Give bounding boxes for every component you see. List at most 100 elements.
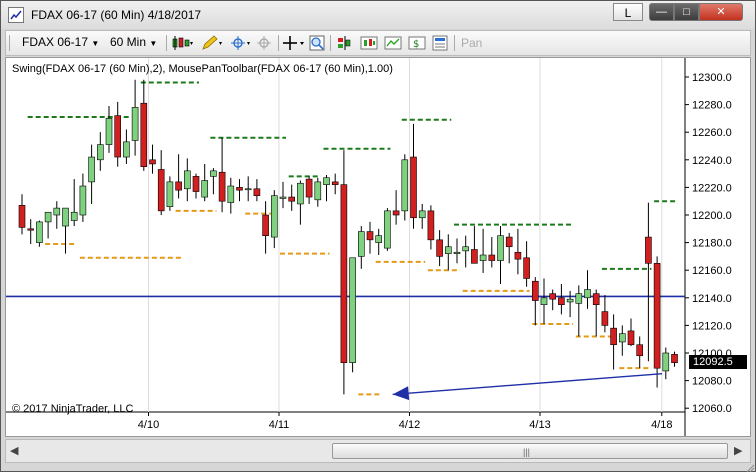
arrow-drawing[interactable] xyxy=(392,373,663,401)
candle-body xyxy=(592,293,600,306)
order-entry-icon[interactable] xyxy=(336,35,352,51)
candle-body xyxy=(88,156,95,183)
minimize-button[interactable]: — xyxy=(649,3,674,21)
chart-window: FDAX 06-17 (60 Min) 4/18/2017 L — □ ✕ FD… xyxy=(0,0,756,472)
chart-toolbar: FDAX 06-17 ▼ 60 Min ▼ $ Pan xyxy=(5,30,751,56)
bars-type-icon[interactable] xyxy=(172,35,193,51)
strategy-chart-icon[interactable] xyxy=(360,35,378,51)
candle-body xyxy=(427,210,435,241)
candle-body xyxy=(444,246,452,254)
candle-body xyxy=(566,298,574,303)
grid-lines xyxy=(148,58,663,412)
pan-button[interactable]: Pan xyxy=(461,36,482,50)
candle-body xyxy=(366,231,374,241)
candle-body xyxy=(97,144,104,161)
candle-body xyxy=(149,159,156,165)
candle-body xyxy=(131,107,139,141)
candle-body xyxy=(357,231,365,257)
candle-body xyxy=(558,297,565,306)
link-button[interactable]: L xyxy=(613,3,643,21)
time-tick-label: 4/10 xyxy=(138,419,159,431)
candle-body xyxy=(323,177,330,185)
price-tick-label: 12120.0 xyxy=(692,320,732,332)
candle-body xyxy=(270,195,278,238)
price-tick-label: 12060.0 xyxy=(692,403,732,415)
chevron-down-icon: ▼ xyxy=(91,39,100,48)
indicators-icon[interactable] xyxy=(384,35,402,51)
interval-selector[interactable]: 60 Min ▼ xyxy=(110,35,157,49)
candle-body xyxy=(314,181,322,201)
candle-body xyxy=(497,235,504,261)
candle-body xyxy=(653,263,661,369)
indicator-label[interactable]: Swing(FDAX 06-17 (60 Min),2), MousePanTo… xyxy=(12,63,393,75)
horizontal-scrollbar[interactable]: ◀ ||| ▶ xyxy=(5,439,751,463)
candle-body xyxy=(70,211,78,221)
app-icon xyxy=(8,7,24,23)
strategies-icon[interactable]: $ xyxy=(408,35,426,51)
price-chart[interactable]: 12300.0 12280.0 12260.0 12240.0 12220.0 12200… xyxy=(6,58,750,436)
candle-body xyxy=(410,156,417,219)
candle-body xyxy=(297,182,304,205)
price-tick-label: 12280.0 xyxy=(692,100,732,112)
scroll-right-icon[interactable]: ▶ xyxy=(734,444,748,458)
candle-body xyxy=(584,289,591,299)
global-crosshair-icon[interactable] xyxy=(256,35,272,51)
pencil-draw-icon[interactable] xyxy=(201,35,222,51)
window-title: FDAX 06-17 (60 Min) 4/18/2017 xyxy=(31,8,202,22)
candle-body xyxy=(244,188,252,191)
candle-body xyxy=(662,352,670,372)
candle-body xyxy=(453,251,461,254)
candle-body xyxy=(192,176,200,192)
maximize-button[interactable]: □ xyxy=(674,3,699,21)
candle-body xyxy=(279,196,287,199)
instrument-selector[interactable]: FDAX 06-17 ▼ xyxy=(22,35,99,49)
candle-body xyxy=(18,205,26,228)
price-tick-label: 12240.0 xyxy=(692,155,732,167)
candle-body xyxy=(62,207,69,227)
arrow-head[interactable] xyxy=(392,386,410,401)
title-bar[interactable]: FDAX 06-17 (60 Min) 4/18/2017 L — □ ✕ xyxy=(1,1,755,29)
grip-icon: ||| xyxy=(523,447,531,457)
cursor-cross-icon[interactable] xyxy=(282,35,304,51)
candlesticks xyxy=(18,79,678,395)
crosshair-cursor-icon[interactable] xyxy=(230,35,250,51)
interval-label: 60 Min xyxy=(110,35,147,49)
price-tick-label: 12200.0 xyxy=(692,210,732,222)
candle-body xyxy=(253,188,261,196)
candle-body xyxy=(488,254,496,261)
candle-body xyxy=(157,169,165,212)
candle-body xyxy=(305,178,313,198)
toolbar-separator xyxy=(166,35,167,51)
candle-body xyxy=(123,141,130,158)
time-tick-label: 4/18 xyxy=(651,419,672,431)
candle-body xyxy=(140,102,148,168)
candle-body xyxy=(549,293,557,300)
candle-body xyxy=(175,181,182,191)
time-axis: 4/10 4/11 4/12 4/13 4/18 xyxy=(138,412,673,431)
resize-grip-icon[interactable] xyxy=(745,464,755,472)
candle-body xyxy=(505,236,513,248)
arrow-line[interactable] xyxy=(392,373,663,396)
price-tick-label: 12140.0 xyxy=(692,293,732,305)
candle-body xyxy=(288,196,296,202)
candle-body xyxy=(531,280,539,301)
candle-body xyxy=(671,354,678,363)
candle-body xyxy=(610,327,617,346)
price-tick-label: 12180.0 xyxy=(692,238,732,250)
last-price-marker: 12092.5 xyxy=(689,355,747,369)
candle-body xyxy=(392,210,400,216)
zoom-icon[interactable] xyxy=(309,35,325,51)
scrollbar-thumb[interactable]: ||| xyxy=(332,443,728,459)
price-tick-label: 12260.0 xyxy=(692,127,732,139)
candle-body xyxy=(166,181,174,208)
chart-panel[interactable]: 12300.0 12280.0 12260.0 12240.0 12220.0 12200… xyxy=(5,57,751,437)
candle-body xyxy=(601,311,609,326)
candle-body xyxy=(401,159,409,212)
scroll-left-icon[interactable]: ◀ xyxy=(10,444,24,458)
toolbar-separator xyxy=(278,35,279,51)
data-box-icon[interactable] xyxy=(432,35,448,51)
close-button[interactable]: ✕ xyxy=(699,3,743,21)
candle-body xyxy=(479,254,487,261)
candle-body xyxy=(436,239,443,257)
candle-body xyxy=(636,344,644,357)
